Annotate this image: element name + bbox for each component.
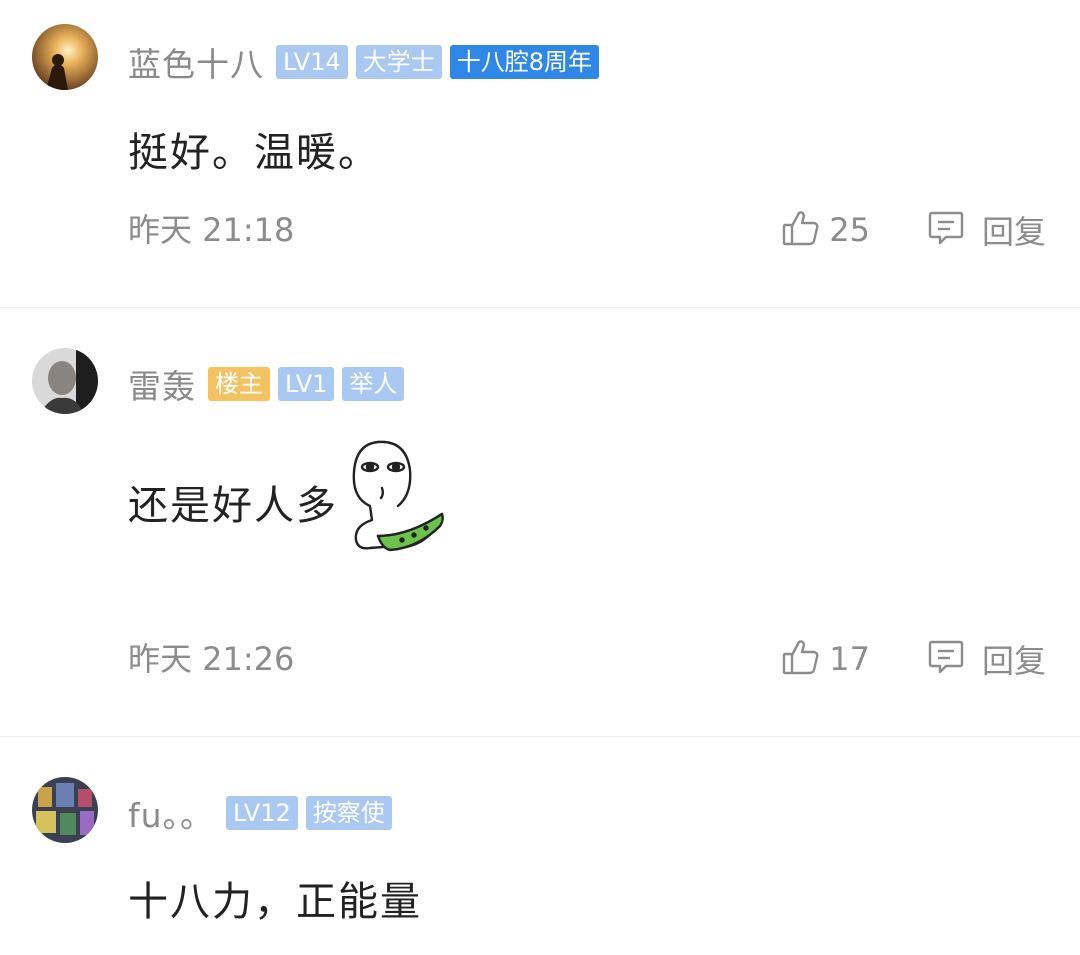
reply-button[interactable]: 回复 — [926, 205, 1046, 255]
comment-item: 雷轰 楼主 LV1 举人 还是好人多 昨天 21:26 17 回复 — [0, 307, 1080, 736]
username[interactable]: 蓝色十八 — [128, 38, 264, 86]
avatar[interactable] — [32, 348, 98, 414]
comment-footer: 昨天 21:26 17 回复 — [128, 634, 1046, 684]
like-count: 17 — [829, 640, 870, 678]
level-badge: LV1 — [278, 367, 335, 401]
level-badge: LV14 — [276, 45, 348, 79]
like-button[interactable]: 25 — [781, 205, 870, 255]
title-badge: 举人 — [342, 367, 405, 401]
comment-item: 蓝色十八 LV14 大学士 十八腔8周年 挺好。温暖。 昨天 21:18 25 — [0, 0, 1080, 307]
comment-text: 十八力，正能量 — [128, 879, 422, 925]
username[interactable]: 雷轰 — [128, 360, 196, 408]
watermelon-eating-sticker — [348, 436, 448, 568]
avatar[interactable] — [32, 24, 98, 90]
comment-time: 昨天 21:18 — [128, 211, 295, 249]
comment-header: 蓝色十八 LV14 大学士 十八腔8周年 — [128, 38, 607, 86]
comment-text: 还是好人多 — [128, 483, 338, 529]
reply-label: 回复 — [981, 213, 1046, 251]
comment-text-row: 还是好人多 — [128, 436, 448, 568]
title-badge: 大学士 — [355, 45, 442, 79]
username[interactable]: fu。。 — [128, 789, 214, 837]
comment-header: 雷轰 楼主 LV1 举人 — [128, 360, 412, 408]
reply-label: 回复 — [981, 642, 1046, 680]
like-count: 25 — [829, 211, 870, 249]
comment-footer: 昨天 21:18 25 回复 — [128, 205, 1046, 255]
comment-text: 挺好。温暖。 — [128, 130, 380, 176]
reply-button[interactable]: 回复 — [926, 634, 1046, 684]
reply-bubble-icon — [926, 637, 966, 681]
thumbs-up-icon — [781, 208, 821, 252]
level-badge: LV12 — [226, 796, 298, 830]
comment-header: fu。。 LV12 按察使 — [128, 789, 400, 837]
like-button[interactable]: 17 — [781, 634, 870, 684]
reply-bubble-icon — [926, 208, 966, 252]
title-badge: 按察使 — [305, 796, 392, 830]
owner-badge: 楼主 — [208, 367, 270, 401]
comment-time: 昨天 21:26 — [128, 640, 295, 678]
anniversary-badge: 十八腔8周年 — [449, 45, 599, 79]
thumbs-up-icon — [781, 637, 821, 681]
avatar[interactable] — [32, 777, 98, 843]
comment-item: fu。。 LV12 按察使 十八力，正能量 — [0, 736, 1080, 955]
